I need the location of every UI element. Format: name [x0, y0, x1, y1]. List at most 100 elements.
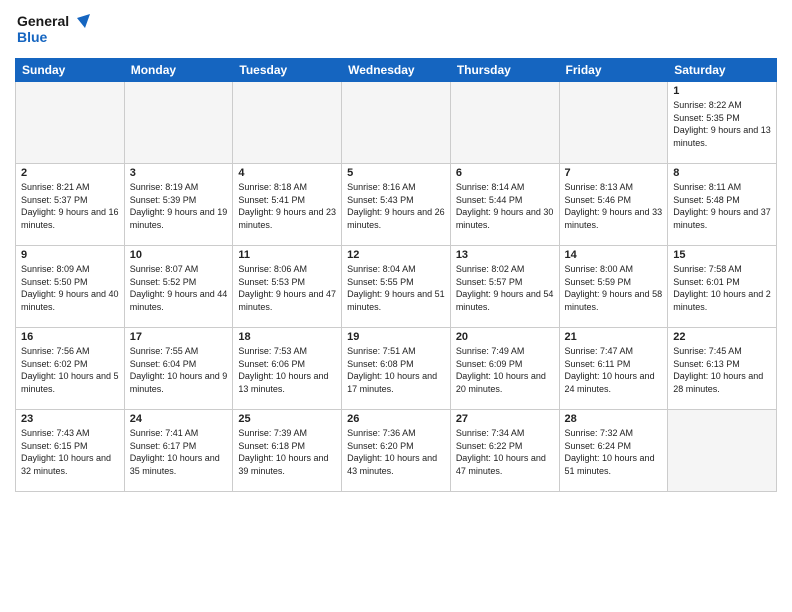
calendar-cell [668, 410, 777, 492]
calendar-cell [233, 82, 342, 164]
calendar-cell: 23 Sunrise: 7:43 AM Sunset: 6:15 PM Dayli… [16, 410, 125, 492]
weekday-header-row: SundayMondayTuesdayWednesdayThursdayFrid… [16, 59, 777, 82]
day-number: 9 [21, 249, 119, 261]
day-info: Sunrise: 8:00 AM Sunset: 5:59 PM Dayligh… [565, 263, 663, 313]
day-number: 3 [130, 167, 228, 179]
day-info: Sunrise: 8:09 AM Sunset: 5:50 PM Dayligh… [21, 263, 119, 313]
svg-text:General: General [17, 13, 69, 29]
day-number: 18 [238, 331, 336, 343]
calendar-cell: 20 Sunrise: 7:49 AM Sunset: 6:09 PM Dayli… [450, 328, 559, 410]
page: GeneralBlue SundayMondayTuesdayWednesday… [0, 0, 792, 612]
day-info: Sunrise: 8:19 AM Sunset: 5:39 PM Dayligh… [130, 181, 228, 231]
day-number: 10 [130, 249, 228, 261]
day-info: Sunrise: 8:06 AM Sunset: 5:53 PM Dayligh… [238, 263, 336, 313]
calendar-cell: 9 Sunrise: 8:09 AM Sunset: 5:50 PM Daylig… [16, 246, 125, 328]
calendar-cell: 22Sunrise: 7:45 AM Sunset: 6:13 PM Dayli… [668, 328, 777, 410]
day-number: 13 [456, 249, 554, 261]
weekday-wednesday: Wednesday [342, 59, 451, 82]
week-row-3: 16Sunrise: 7:56 AM Sunset: 6:02 PM Dayli… [16, 328, 777, 410]
day-number: 22 [673, 331, 771, 343]
day-number: 25 [238, 413, 336, 425]
day-number: 23 [21, 413, 119, 425]
day-number: 1 [673, 85, 771, 97]
calendar-cell: 26 Sunrise: 7:36 AM Sunset: 6:20 PM Dayli… [342, 410, 451, 492]
calendar-cell: 13 Sunrise: 8:02 AM Sunset: 5:57 PM Dayli… [450, 246, 559, 328]
day-info: Sunrise: 7:49 AM Sunset: 6:09 PM Dayligh… [456, 345, 554, 395]
weekday-saturday: Saturday [668, 59, 777, 82]
calendar-cell: 8 Sunrise: 8:11 AM Sunset: 5:48 PM Daylig… [668, 164, 777, 246]
logo-svg: GeneralBlue [15, 10, 95, 50]
week-row-4: 23 Sunrise: 7:43 AM Sunset: 6:15 PM Dayli… [16, 410, 777, 492]
calendar-cell: 5Sunrise: 8:16 AM Sunset: 5:43 PM Daylig… [342, 164, 451, 246]
day-number: 27 [456, 413, 554, 425]
day-number: 16 [21, 331, 119, 343]
day-info: Sunrise: 7:36 AM Sunset: 6:20 PM Dayligh… [347, 427, 445, 477]
calendar-cell [16, 82, 125, 164]
week-row-1: 2Sunrise: 8:21 AM Sunset: 5:37 PM Daylig… [16, 164, 777, 246]
calendar-cell: 18 Sunrise: 7:53 AM Sunset: 6:06 PM Dayli… [233, 328, 342, 410]
calendar-cell: 7 Sunrise: 8:13 AM Sunset: 5:46 PM Daylig… [559, 164, 668, 246]
day-info: Sunrise: 7:32 AM Sunset: 6:24 PM Dayligh… [565, 427, 663, 477]
day-number: 11 [238, 249, 336, 261]
weekday-monday: Monday [124, 59, 233, 82]
calendar-cell: 27Sunrise: 7:34 AM Sunset: 6:22 PM Dayli… [450, 410, 559, 492]
weekday-thursday: Thursday [450, 59, 559, 82]
day-info: Sunrise: 7:53 AM Sunset: 6:06 PM Dayligh… [238, 345, 336, 395]
weekday-sunday: Sunday [16, 59, 125, 82]
week-row-2: 9 Sunrise: 8:09 AM Sunset: 5:50 PM Daylig… [16, 246, 777, 328]
calendar-cell: 19 Sunrise: 7:51 AM Sunset: 6:08 PM Dayli… [342, 328, 451, 410]
day-number: 26 [347, 413, 445, 425]
calendar-cell [559, 82, 668, 164]
calendar-cell: 14 Sunrise: 8:00 AM Sunset: 5:59 PM Dayli… [559, 246, 668, 328]
calendar-cell: 21 Sunrise: 7:47 AM Sunset: 6:11 PM Dayli… [559, 328, 668, 410]
day-info: Sunrise: 7:51 AM Sunset: 6:08 PM Dayligh… [347, 345, 445, 395]
calendar-cell: 3 Sunrise: 8:19 AM Sunset: 5:39 PM Daylig… [124, 164, 233, 246]
day-number: 7 [565, 167, 663, 179]
day-number: 21 [565, 331, 663, 343]
day-info: Sunrise: 8:18 AM Sunset: 5:41 PM Dayligh… [238, 181, 336, 231]
calendar-cell: 11 Sunrise: 8:06 AM Sunset: 5:53 PM Dayli… [233, 246, 342, 328]
day-number: 15 [673, 249, 771, 261]
calendar-cell: 1 Sunrise: 8:22 AM Sunset: 5:35 PM Daylig… [668, 82, 777, 164]
calendar-cell: 12 Sunrise: 8:04 AM Sunset: 5:55 PM Dayli… [342, 246, 451, 328]
day-number: 6 [456, 167, 554, 179]
day-info: Sunrise: 8:14 AM Sunset: 5:44 PM Dayligh… [456, 181, 554, 231]
calendar-cell: 15Sunrise: 7:58 AM Sunset: 6:01 PM Dayli… [668, 246, 777, 328]
day-info: Sunrise: 7:55 AM Sunset: 6:04 PM Dayligh… [130, 345, 228, 395]
day-info: Sunrise: 8:21 AM Sunset: 5:37 PM Dayligh… [21, 181, 119, 231]
day-number: 20 [456, 331, 554, 343]
weekday-friday: Friday [559, 59, 668, 82]
day-info: Sunrise: 7:41 AM Sunset: 6:17 PM Dayligh… [130, 427, 228, 477]
day-number: 19 [347, 331, 445, 343]
day-number: 8 [673, 167, 771, 179]
week-row-0: 1 Sunrise: 8:22 AM Sunset: 5:35 PM Daylig… [16, 82, 777, 164]
svg-text:Blue: Blue [17, 29, 48, 45]
calendar-cell: 28 Sunrise: 7:32 AM Sunset: 6:24 PM Dayli… [559, 410, 668, 492]
calendar-cell: 4Sunrise: 8:18 AM Sunset: 5:41 PM Daylig… [233, 164, 342, 246]
day-info: Sunrise: 7:47 AM Sunset: 6:11 PM Dayligh… [565, 345, 663, 395]
day-info: Sunrise: 8:07 AM Sunset: 5:52 PM Dayligh… [130, 263, 228, 313]
day-info: Sunrise: 8:13 AM Sunset: 5:46 PM Dayligh… [565, 181, 663, 231]
calendar-cell: 25Sunrise: 7:39 AM Sunset: 6:18 PM Dayli… [233, 410, 342, 492]
day-info: Sunrise: 8:04 AM Sunset: 5:55 PM Dayligh… [347, 263, 445, 313]
calendar: SundayMondayTuesdayWednesdayThursdayFrid… [15, 58, 777, 492]
day-info: Sunrise: 7:43 AM Sunset: 6:15 PM Dayligh… [21, 427, 119, 477]
calendar-cell: 17 Sunrise: 7:55 AM Sunset: 6:04 PM Dayli… [124, 328, 233, 410]
calendar-cell [450, 82, 559, 164]
logo: GeneralBlue [15, 10, 95, 50]
header: GeneralBlue [15, 10, 777, 50]
day-number: 14 [565, 249, 663, 261]
calendar-cell: 6 Sunrise: 8:14 AM Sunset: 5:44 PM Daylig… [450, 164, 559, 246]
calendar-cell: 2Sunrise: 8:21 AM Sunset: 5:37 PM Daylig… [16, 164, 125, 246]
day-info: Sunrise: 8:11 AM Sunset: 5:48 PM Dayligh… [673, 181, 771, 231]
day-number: 28 [565, 413, 663, 425]
day-info: Sunrise: 8:16 AM Sunset: 5:43 PM Dayligh… [347, 181, 445, 231]
day-number: 17 [130, 331, 228, 343]
calendar-cell [342, 82, 451, 164]
weekday-tuesday: Tuesday [233, 59, 342, 82]
calendar-cell: 24Sunrise: 7:41 AM Sunset: 6:17 PM Dayli… [124, 410, 233, 492]
day-info: Sunrise: 8:02 AM Sunset: 5:57 PM Dayligh… [456, 263, 554, 313]
day-number: 12 [347, 249, 445, 261]
day-info: Sunrise: 8:22 AM Sunset: 5:35 PM Dayligh… [673, 99, 771, 149]
calendar-cell: 10 Sunrise: 8:07 AM Sunset: 5:52 PM Dayli… [124, 246, 233, 328]
